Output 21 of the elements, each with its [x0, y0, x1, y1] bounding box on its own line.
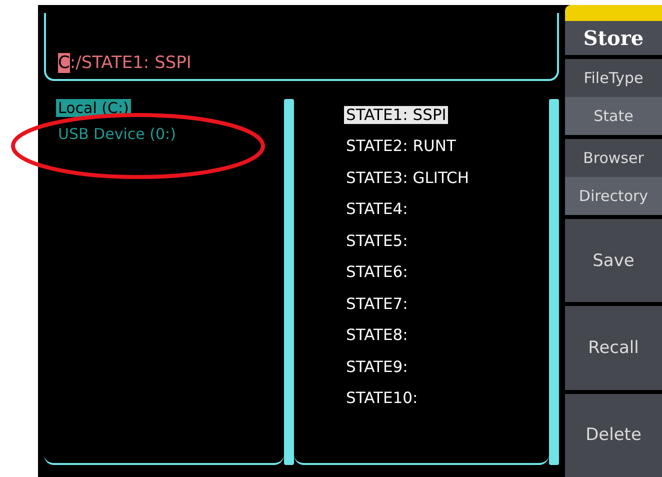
softkey-value[interactable]: Directory	[565, 177, 662, 215]
softkey-button[interactable]: Delete	[565, 394, 662, 477]
menu-title: Store	[565, 21, 662, 55]
file-item[interactable]: STATE3: GLITCH	[344, 168, 472, 187]
file-item[interactable]: STATE1: SSPI	[344, 106, 448, 124]
drive-item[interactable]: USB Device (0:)	[56, 125, 178, 143]
file-path: C:/STATE1: SSPI	[58, 53, 192, 73]
file-item[interactable]: STATE6:	[344, 263, 410, 282]
file-item[interactable]: STATE4:	[344, 200, 410, 218]
drive-item[interactable]: Local (C:)	[56, 99, 131, 117]
softkey-value[interactable]: State	[565, 97, 662, 135]
softkey-label[interactable]: Browser	[565, 139, 662, 177]
file-item[interactable]: STATE2: RUNT	[344, 137, 458, 156]
softkey-label[interactable]: FileType	[565, 59, 662, 97]
file-item[interactable]: STATE9:	[344, 358, 410, 376]
softkey-button[interactable]: Recall	[565, 306, 662, 390]
file-item[interactable]: STATE10:	[344, 389, 420, 408]
file-item[interactable]: STATE5:	[344, 232, 410, 250]
softkey-button[interactable]: Save	[565, 219, 662, 302]
file-item[interactable]: STATE8:	[344, 326, 410, 344]
file-item[interactable]: STATE7:	[344, 294, 410, 313]
